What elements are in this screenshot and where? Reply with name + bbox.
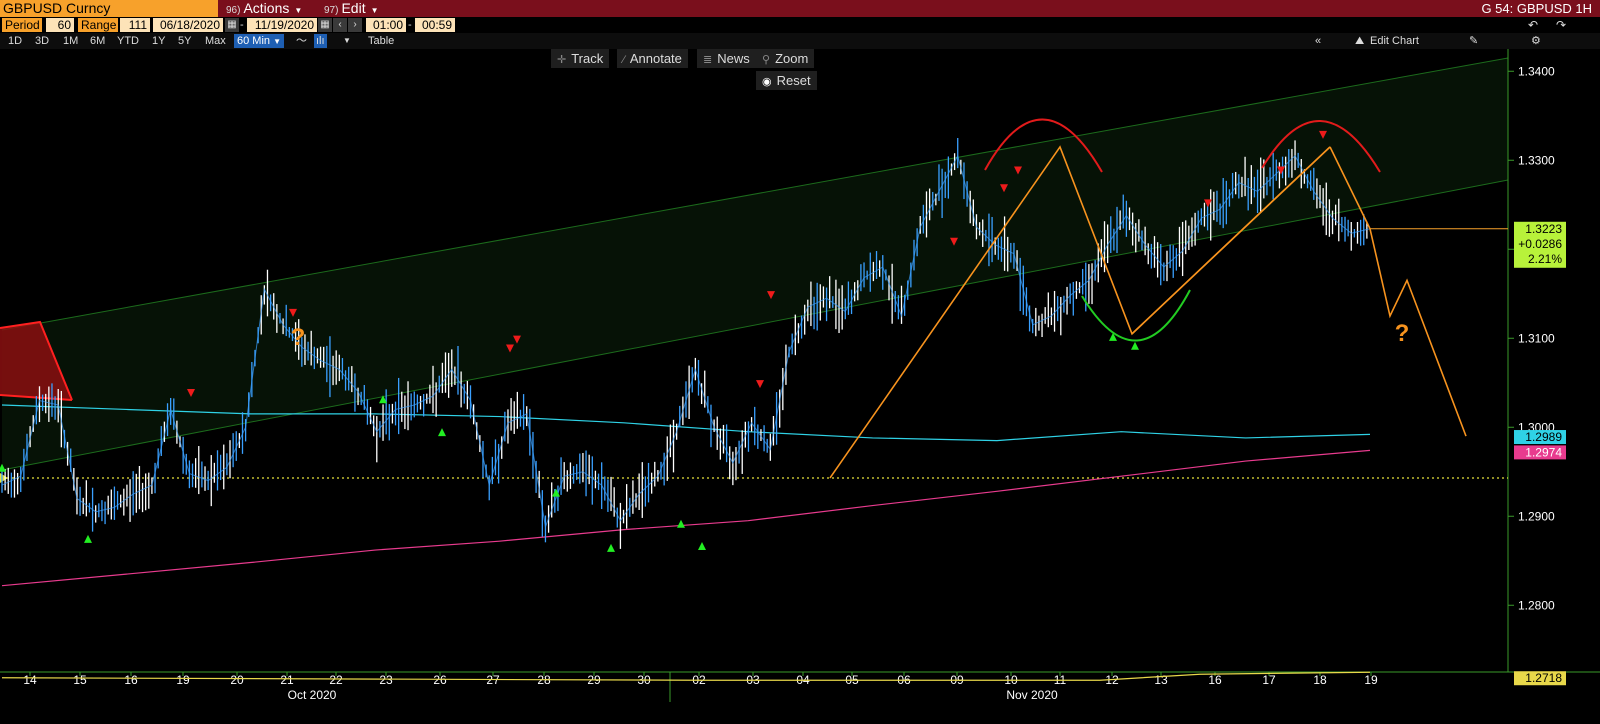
price-chart[interactable]: 1.34001.33001.32001.31001.30001.29001.28… (0, 0, 1600, 724)
x-tick-label: 26 (433, 673, 447, 687)
x-tick-label: 14 (23, 673, 37, 687)
x-tick-label: 22 (329, 673, 343, 687)
up-signal-marker (1131, 341, 1139, 350)
question-mark-annotation: ? (291, 324, 306, 351)
zoom-label: Zoom (775, 51, 809, 66)
question-mark-annotation: ? (1395, 320, 1410, 347)
x-tick-label: 19 (1364, 673, 1378, 687)
reset-icon: ◉ (762, 76, 772, 88)
news-label: News (717, 51, 750, 66)
up-signal-marker (698, 542, 706, 551)
month-label: Oct 2020 (288, 688, 337, 702)
reset-label: Reset (776, 73, 811, 88)
x-tick-label: 23 (379, 673, 393, 687)
ma-short-label: 1.2989 (1525, 430, 1562, 444)
y-tick-label: 1.3300 (1518, 153, 1555, 167)
annotate-icon: ∕ (623, 54, 625, 66)
track-label: Track (571, 51, 604, 66)
x-tick-label: 19 (176, 673, 190, 687)
x-tick-label: 18 (1313, 673, 1327, 687)
search-icon: ⚲ (762, 54, 771, 66)
up-signal-marker (677, 519, 685, 528)
x-tick-label: 13 (1154, 673, 1168, 687)
change-pct-label: 2.21% (1528, 252, 1562, 266)
track-button[interactable]: ✛ Track (551, 49, 610, 68)
low-line-label: 1.2718 (1525, 671, 1562, 685)
zoom-button[interactable]: ⚲ Zoom (756, 49, 815, 68)
y-tick-label: 1.2800 (1518, 598, 1555, 612)
annotate-button[interactable]: ∕ Annotate (617, 49, 688, 68)
news-icon: ≣ (703, 54, 713, 66)
news-button[interactable]: ≣ News (697, 49, 756, 68)
reset-button[interactable]: ◉ Reset (756, 71, 817, 90)
up-signal-marker (438, 428, 446, 437)
x-tick-label: 20 (230, 673, 244, 687)
y-tick-label: 1.3400 (1518, 64, 1555, 78)
last-price-label: 1.3223 (1525, 222, 1562, 236)
x-tick-label: 17 (1262, 673, 1276, 687)
y-tick-label: 1.2900 (1518, 509, 1555, 523)
up-signal-marker (607, 543, 615, 552)
projection-path (1369, 228, 1467, 437)
x-tick-label: 16 (1208, 673, 1222, 687)
x-tick-label: 16 (124, 673, 138, 687)
cup-arc (1081, 289, 1191, 342)
x-tick-label: 15 (73, 673, 87, 687)
reference-line-marker (0, 472, 8, 483)
annotate-label: Annotate (629, 51, 682, 66)
change-label: +0.0286 (1518, 237, 1562, 251)
x-tick-label: 21 (280, 673, 294, 687)
crosshair-icon: ✛ (557, 54, 567, 66)
moving-average-long (1, 449, 1371, 587)
down-signal-marker (756, 380, 764, 389)
ma-long-label: 1.2974 (1525, 445, 1562, 459)
y-tick-label: 1.3100 (1518, 331, 1555, 345)
month-label: Nov 2020 (1006, 688, 1058, 702)
up-signal-marker (84, 534, 92, 543)
